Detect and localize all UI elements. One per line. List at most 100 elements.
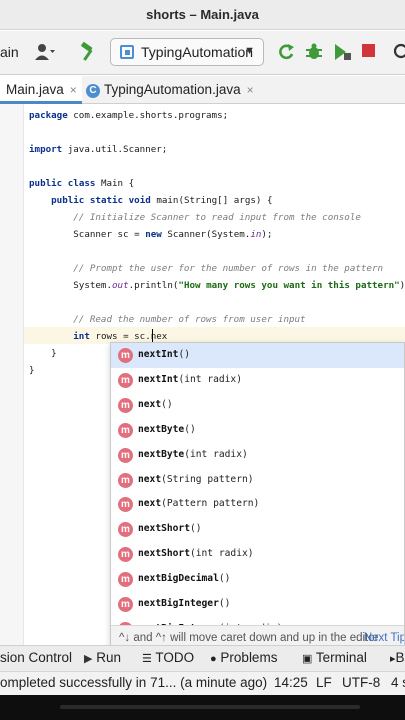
completion-item-text: nextShort(int radix) — [138, 548, 254, 559]
title-bar: shorts – Main.java — [0, 0, 405, 30]
class-icon: C — [86, 84, 100, 98]
run-icon: ▶ — [84, 653, 93, 665]
method-icon: m — [118, 597, 133, 612]
completion-item[interactable]: m nextInt() — [111, 343, 404, 368]
completion-item-text: nextBigInteger() — [138, 598, 230, 609]
close-icon[interactable]: × — [70, 83, 77, 97]
application-icon — [120, 45, 134, 59]
tab-label: TypingAutomation.java — [104, 82, 241, 97]
debug-icon[interactable] — [304, 42, 324, 67]
method-name: nextShort — [138, 523, 190, 535]
tab-label: Main.java — [6, 82, 64, 97]
tool-window-run[interactable]: ▶ Run — [84, 650, 121, 665]
completion-item[interactable]: m nextShort() — [111, 517, 404, 542]
user-icon[interactable] — [34, 42, 56, 67]
status-message[interactable]: ompleted successfully in 71... (a minute… — [0, 675, 267, 690]
method-name: nextByte — [138, 423, 185, 435]
code-line-comment-init: // Initialize Scanner to read input from… — [73, 212, 361, 223]
status-bar: ompleted successfully in 71... (a minute… — [0, 671, 405, 695]
list-icon: ☰ — [142, 653, 152, 665]
completion-item-text: nextShort() — [138, 523, 202, 534]
tab-typingautomation-java[interactable]: C TypingAutomation.java × — [86, 76, 256, 104]
method-icon: m — [118, 397, 133, 413]
file-encoding[interactable]: UTF-8 — [342, 675, 380, 690]
search-icon[interactable] — [392, 42, 405, 67]
line-separator[interactable]: LF — [316, 675, 332, 690]
completion-item-text: next(String pattern) — [138, 474, 254, 485]
close-icon[interactable]: × — [247, 83, 254, 97]
completion-item[interactable]: m nextShort(int radix) — [111, 542, 404, 567]
completion-item-text: next() — [138, 399, 173, 410]
method-icon: m — [118, 447, 133, 463]
tool-window-version-control[interactable]: sion Control — [0, 650, 72, 665]
completion-item[interactable]: m nextInt(int radix) — [111, 368, 404, 393]
indent-setting[interactable]: 4 s — [391, 675, 405, 690]
method-name: nextShort — [138, 548, 190, 560]
hammer-icon[interactable] — [78, 42, 98, 67]
caret-position[interactable]: 14:25 — [274, 675, 308, 690]
main-toolbar: ain TypingAutomation ▼ — [0, 31, 405, 75]
completion-item[interactable]: m next(String pattern) — [111, 468, 404, 493]
code-line-package: package com.example.shorts.programs; — [29, 110, 229, 121]
code-completion-popup[interactable]: m nextInt() m nextInt(int radix) m next() m nex… — [110, 342, 405, 652]
method-params: (int radix) — [178, 373, 242, 385]
completion-item-text: nextInt() — [138, 349, 190, 360]
tab-main-java[interactable]: Main.java × — [0, 76, 82, 104]
next-tip-link[interactable]: Next Tip — [364, 632, 404, 644]
method-params: () — [184, 423, 196, 435]
method-params: (String pattern) — [161, 473, 254, 485]
code-line-class: public class Main { — [29, 178, 135, 189]
method-icon: m — [118, 472, 133, 488]
method-icon: m — [118, 348, 133, 363]
code-line-close-method: } — [51, 348, 57, 359]
method-name: nextBigInteger — [138, 598, 219, 609]
completion-item-text: nextBigDecimal() — [138, 573, 230, 584]
tool-window-problems-label: Problems — [220, 650, 278, 665]
method-params: () — [189, 523, 202, 535]
code-line-println: System.out.println("How many rows you wa… — [73, 280, 405, 291]
method-params: (Pattern pattern) — [161, 498, 260, 510]
code-line-close-class: } — [29, 365, 35, 376]
code-line-import: import java.util.Scanner; — [29, 144, 168, 155]
tool-window-terminal-label: Terminal — [315, 650, 367, 665]
tool-window-more[interactable]: ▸B — [390, 650, 405, 665]
method-icon: m — [118, 497, 133, 513]
tool-window-run-label: Run — [96, 650, 121, 665]
completion-item[interactable]: m next(Pattern pattern) — [111, 492, 404, 517]
chevron-down-icon: ▼ — [244, 45, 255, 57]
method-params: (int radix) — [189, 548, 254, 560]
method-params: () — [178, 349, 190, 360]
method-name: next — [138, 398, 162, 410]
method-name: nextBigDecimal — [138, 573, 219, 585]
rerun-icon[interactable] — [276, 42, 296, 67]
method-name: next — [138, 473, 162, 485]
coverage-icon[interactable] — [332, 42, 352, 67]
completion-item[interactable]: m nextByte(int radix) — [111, 443, 404, 468]
completion-item-text: next(Pattern pattern) — [138, 498, 259, 509]
completion-item[interactable]: m next() — [111, 393, 404, 418]
toolbar-left-fragment[interactable]: ain — [0, 44, 19, 60]
tool-window-bar: sion Control ▶ Run ☰ TODO ● Problems ▣ T… — [0, 645, 405, 671]
stop-icon[interactable] — [361, 42, 377, 63]
completion-item-text: nextByte(int radix) — [138, 449, 248, 460]
completion-item[interactable]: m nextBigInteger() — [111, 592, 404, 617]
completion-item[interactable]: m nextBigDecimal() — [111, 567, 404, 592]
method-icon: m — [118, 522, 133, 538]
method-name: nextInt — [138, 349, 179, 360]
method-icon: m — [118, 572, 133, 588]
completion-item-text: nextInt(int radix) — [138, 374, 242, 385]
tool-window-terminal[interactable]: ▣ Terminal — [302, 650, 367, 665]
method-icon: m — [118, 372, 133, 388]
tool-window-problems[interactable]: ● Problems — [210, 650, 277, 665]
run-configuration-selector[interactable]: TypingAutomation ▼ — [110, 38, 264, 66]
tool-window-more-label: B — [395, 650, 405, 665]
code-line-comment-prompt: // Prompt the user for the number of row… — [73, 263, 384, 274]
completion-item[interactable]: m nextByte() — [111, 418, 404, 443]
editor-tabs: Main.java × C TypingAutomation.java × — [0, 76, 405, 104]
editor-gutter[interactable] — [0, 104, 24, 645]
text-caret — [152, 329, 153, 342]
completion-tip: ^↓ and ^↑ will move caret down and up in… — [119, 632, 379, 644]
tool-window-todo[interactable]: ☰ TODO — [142, 650, 194, 665]
bottom-strip — [0, 695, 405, 720]
completion-item-text: nextByte() — [138, 424, 196, 435]
